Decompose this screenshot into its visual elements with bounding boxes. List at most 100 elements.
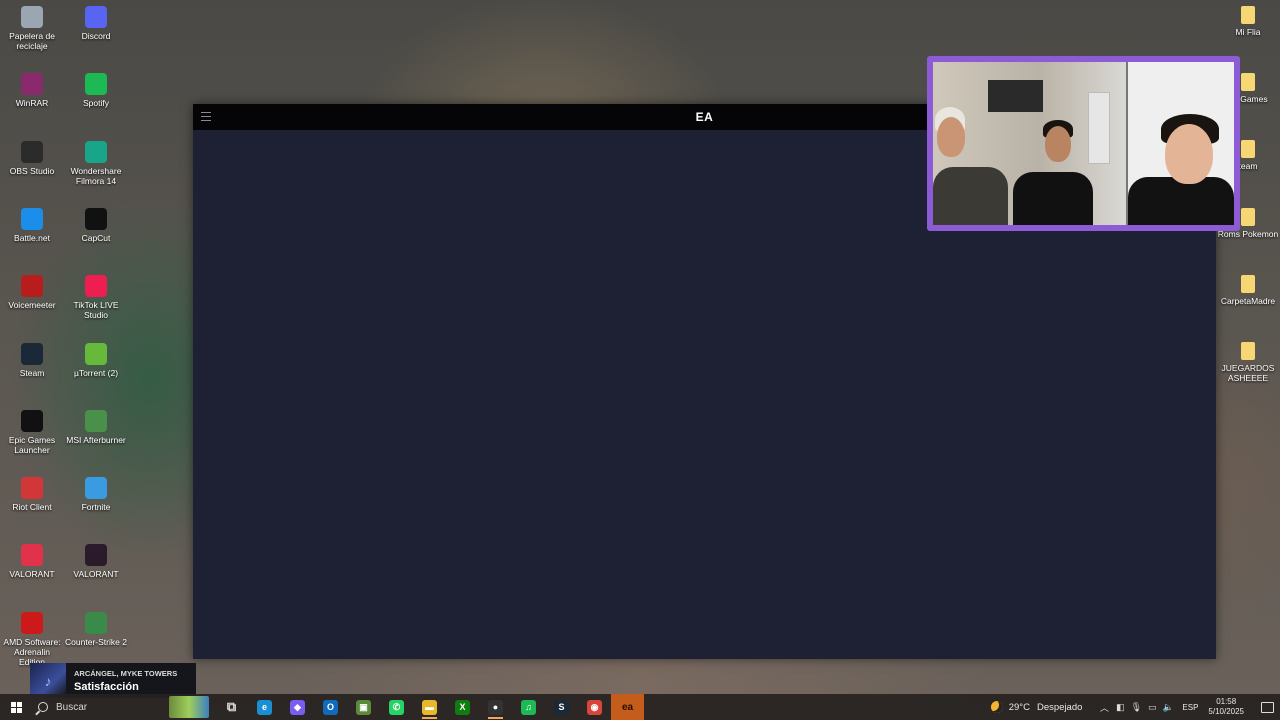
search-icon [38,702,48,712]
discord-icon [85,6,107,28]
weather-temp: 29°C [1008,701,1030,713]
desktop-icon-label: CapCut [81,232,111,243]
msi-afterburner-icon [85,409,107,432]
taskbar-task-view-button[interactable]: ⧉ [215,694,248,720]
music-song: Satisfacción [74,680,139,693]
desktop-icon-label: CarpetaMadre [1220,296,1276,306]
windows-icon [10,701,22,713]
recycle-bin-icon [21,6,43,28]
hamburger-icon[interactable] [201,112,211,121]
desktop-icon-riot-client[interactable]: Riot Client [0,477,64,512]
desktop-icon-label: Spotify [83,98,109,109]
desktop-icon-spotify[interactable]: Spotify [64,73,128,108]
desktop-icon-label: Battle.net [14,232,50,243]
desktop-icon-label: Steam [19,367,45,378]
desktop-icon-counter-strike[interactable]: Counter-Strike 2 [64,611,128,647]
desktop-icon-fortnite[interactable]: Fortnite [64,477,128,512]
desktop-icon-label: Voicemeeter [8,300,56,311]
folder-icon [1241,140,1255,158]
desktop-icon-filmora[interactable]: Wondershare Filmora 14 [64,140,128,186]
taskbar-ea-app-button[interactable]: ea [611,694,644,720]
taskbar-xbox-button[interactable]: X [446,694,479,720]
notification-icon[interactable] [1254,701,1280,713]
search-highlight-image[interactable] [169,696,209,718]
microphone-icon[interactable]: 🎙 [1128,702,1144,713]
desktop-folder[interactable]: Mi Flia [1216,6,1280,37]
taskbar-edge-button[interactable]: e [248,694,281,720]
language-indicator[interactable]: ESP [1182,703,1198,712]
whatsapp-icon: ✆ [389,699,404,715]
utorrent-icon [85,342,107,365]
folder-icon [1241,73,1255,91]
desktop-icon-label: OBS Studio [9,165,55,176]
network-icon[interactable]: ▭ [1144,702,1160,713]
desktop-icon-utorrent[interactable]: µTorrent (2) [64,342,128,378]
desktop-icon-label: Epic Games Launcher [8,434,56,455]
spotify-icon: ♫ [521,699,536,715]
desktop-icon-label: WinRAR [15,98,49,109]
search-box[interactable]: Buscar [32,694,177,720]
weather-widget[interactable]: 29°C Despejado [990,701,1082,713]
steam-icon: S [554,699,569,715]
clock[interactable]: 01:58 5/10/2025 [1208,697,1244,717]
filmora-icon [85,140,107,163]
taskbar-spotify-button[interactable]: ♫ [512,694,545,720]
music-artist: ARCÁNGEL, MYKE TOWERS [74,668,178,678]
taskbar-whatsapp-button[interactable]: ✆ [380,694,413,720]
desktop-icon-label: VALORANT [9,569,55,580]
moon-icon [990,701,1003,713]
chevron-up-icon[interactable]: ︿ [1096,701,1112,714]
tiktok-live-icon [85,275,107,298]
taskbar-file-explorer-button[interactable]: ▬ [413,694,446,720]
desktop-folder[interactable]: JUEGARDOS ASHEEEE [1216,342,1280,383]
desktop-icon-epic-games[interactable]: Epic Games Launcher [0,409,64,455]
taskbar-chrome-button[interactable]: ◉ [578,694,611,720]
desktop-folder[interactable]: CarpetaMadre [1216,275,1280,306]
capcut-icon [85,207,107,230]
desktop-icon-discord[interactable]: Discord [64,6,128,41]
desktop-icon-msi-afterburner[interactable]: MSI Afterburner [64,409,128,445]
desktop-icon-battlenet[interactable]: Battle.net [0,207,64,243]
webcam-overlay [927,56,1240,231]
webcam-feed [933,62,1234,225]
desktop-icon-label: Fortnite [81,502,111,513]
taskbar-minecraft-button[interactable]: ▣ [347,694,380,720]
desktop-icon-label: Wondershare Filmora 14 [70,165,122,186]
desktop-icon-winrar[interactable]: WinRAR [0,73,64,108]
riot-client-icon [21,477,43,500]
clock-time: 01:58 [1216,697,1237,706]
system-tray: 29°C Despejado ︿ ◧ 🎙 ▭ 🔈 ESP 01:58 5/10/… [990,694,1280,720]
tray-app-icon[interactable]: ◧ [1112,702,1128,713]
taskbar-copilot-button[interactable]: ◆ [281,694,314,720]
valorant-icon [21,544,43,567]
desktop-icon-recycle-bin[interactable]: Papelera de reciclaje [0,6,64,51]
desktop-icon-tiktok-live[interactable]: TikTok LIVE Studio [64,275,128,320]
album-art: ♪ [30,663,66,698]
voicemeeter-icon [21,275,43,298]
start-button[interactable] [0,694,32,720]
copilot-icon: ◆ [290,699,305,715]
desktop-icon-label: JUEGARDOS ASHEEEE [1221,363,1275,383]
obs-icon: ● [488,699,503,715]
search-placeholder: Buscar [56,701,88,713]
volume-icon[interactable]: 🔈 [1160,702,1176,713]
desktop-icon-valorant[interactable]: VALORANT [64,544,128,579]
desktop-icon-valorant[interactable]: VALORANT [0,544,64,579]
desktop-icon-label: Discord [81,31,111,41]
winrar-icon [21,73,43,96]
desktop-icon-voicemeeter[interactable]: Voicemeeter [0,275,64,310]
desktop-icon-obs[interactable]: OBS Studio [0,140,64,176]
outlook-icon: O [323,699,338,715]
taskbar-outlook-button[interactable]: O [314,694,347,720]
taskbar-steam-button[interactable]: S [545,694,578,720]
spotify-icon [85,73,107,96]
desktop-icon-capcut[interactable]: CapCut [64,207,128,243]
now-playing-widget[interactable]: ♪ ARCÁNGEL, MYKE TOWERS Satisfacción [30,663,196,698]
desktop-icon-label: TikTok LIVE Studio [73,300,119,321]
desktop-icon-steam[interactable]: Steam [0,342,64,378]
folder-icon [1241,275,1255,293]
taskbar-obs-button[interactable]: ● [479,694,512,720]
fortnite-icon [85,477,107,500]
desktop-icon-amd[interactable]: AMD Software: Adrenalin Edition [0,611,64,667]
ea-app-icon: ea [621,701,634,713]
